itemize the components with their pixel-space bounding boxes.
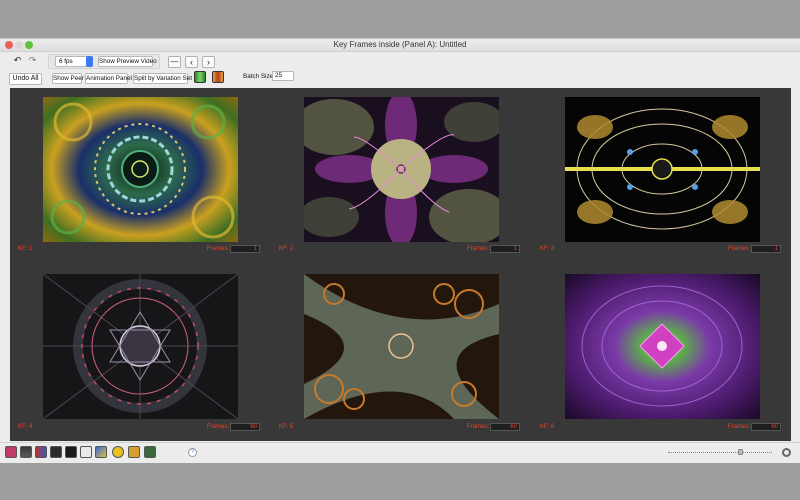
keyframe-1-image[interactable] [43,97,238,242]
keyframe-2-label: KF: 2 [279,246,294,252]
fps-select[interactable]: 6 fps [55,56,93,67]
keyframe-5-label: KF: 5 [279,424,294,430]
home-icon[interactable] [5,446,17,458]
undo-icon[interactable]: ↶ [11,55,24,67]
star-icon[interactable] [112,446,124,458]
color-strip-icon[interactable] [212,71,224,83]
undo-all-button[interactable]: Undo All [9,73,42,85]
keyframe-4-frames-input[interactable]: 60 [230,423,260,431]
keyframe-3-image[interactable] [565,97,760,242]
batch-size-label: Batch Size: [243,73,275,80]
frames-label: Frames: [207,424,230,430]
window-title: Key Frames inside (Panel A): Untitled [333,40,467,49]
keyframe-2-image[interactable] [304,97,499,242]
frames-label: Frames: [728,246,751,252]
chevron-right-icon[interactable]: › [202,56,215,68]
keyframe-1-label: KF: 1 [18,246,33,252]
frames-label: Frames: [728,424,751,430]
batch-size-input[interactable]: 25 [272,71,294,81]
fps-value: 6 fps [59,58,73,65]
minus-icon[interactable]: — [168,56,181,68]
keyframe-5-image[interactable] [304,274,499,419]
text-icon[interactable] [80,446,92,458]
chip-icon[interactable] [144,446,156,458]
keyframe-4-label: KF: 4 [18,424,33,430]
redo-icon[interactable]: ↷ [26,55,39,67]
keyframes-panel: KF: 1 Frames: 1 KF: 2 Frames: 1 KF: 3 Fr… [10,88,791,441]
help-button[interactable]: ? [188,448,197,457]
fps-stepper-icon[interactable] [86,56,93,67]
info-icon[interactable] [65,446,77,458]
gear-icon[interactable] [782,448,791,457]
app-window: Key Frames inside (Panel A): Untitled ↶ … [0,38,800,463]
star-cube-icon[interactable] [95,446,107,458]
keyframe-6-frames-input[interactable]: 60 [751,423,781,431]
keyframe-6-image[interactable] [565,274,760,419]
animation-panel-button[interactable]: Animation Panel [85,73,132,84]
frames-label: Frames: [207,246,230,252]
show-preview-video-button[interactable]: Show Preview Video [98,56,157,67]
keyframe-4-image[interactable] [43,274,238,419]
bottom-toolbar: ? [0,442,800,463]
frames-label: Frames: [467,246,490,252]
keyframe-3-frames-input[interactable]: 1 [751,245,781,253]
show-peer-button[interactable]: Show Peer [52,73,84,84]
film-strip-icon[interactable] [194,71,206,83]
keyframe-6-label: KF: 6 [540,424,555,430]
palette-grid-icon[interactable] [35,446,47,458]
zoom-slider-handle[interactable] [738,449,743,455]
split-by-variation-set-button[interactable]: Split by Variation Set [133,73,192,84]
title-bar: Key Frames inside (Panel A): Untitled [0,39,800,52]
frames-label: Frames: [467,424,490,430]
grid-icon[interactable] [20,446,32,458]
chevron-left-icon[interactable]: ‹ [185,56,198,68]
keyframe-5-frames-input[interactable]: 60 [490,423,520,431]
star-badge-icon[interactable] [128,446,140,458]
eye-icon[interactable] [50,446,62,458]
keyframe-3-label: KF: 3 [540,246,555,252]
keyframe-1-frames-input[interactable]: 1 [230,245,260,253]
toolbar: ↶ ↷ Undo All 6 fps Show Preview Video — … [0,53,800,89]
keyframe-2-frames-input[interactable]: 1 [490,245,520,253]
zoom-slider[interactable] [668,452,772,455]
